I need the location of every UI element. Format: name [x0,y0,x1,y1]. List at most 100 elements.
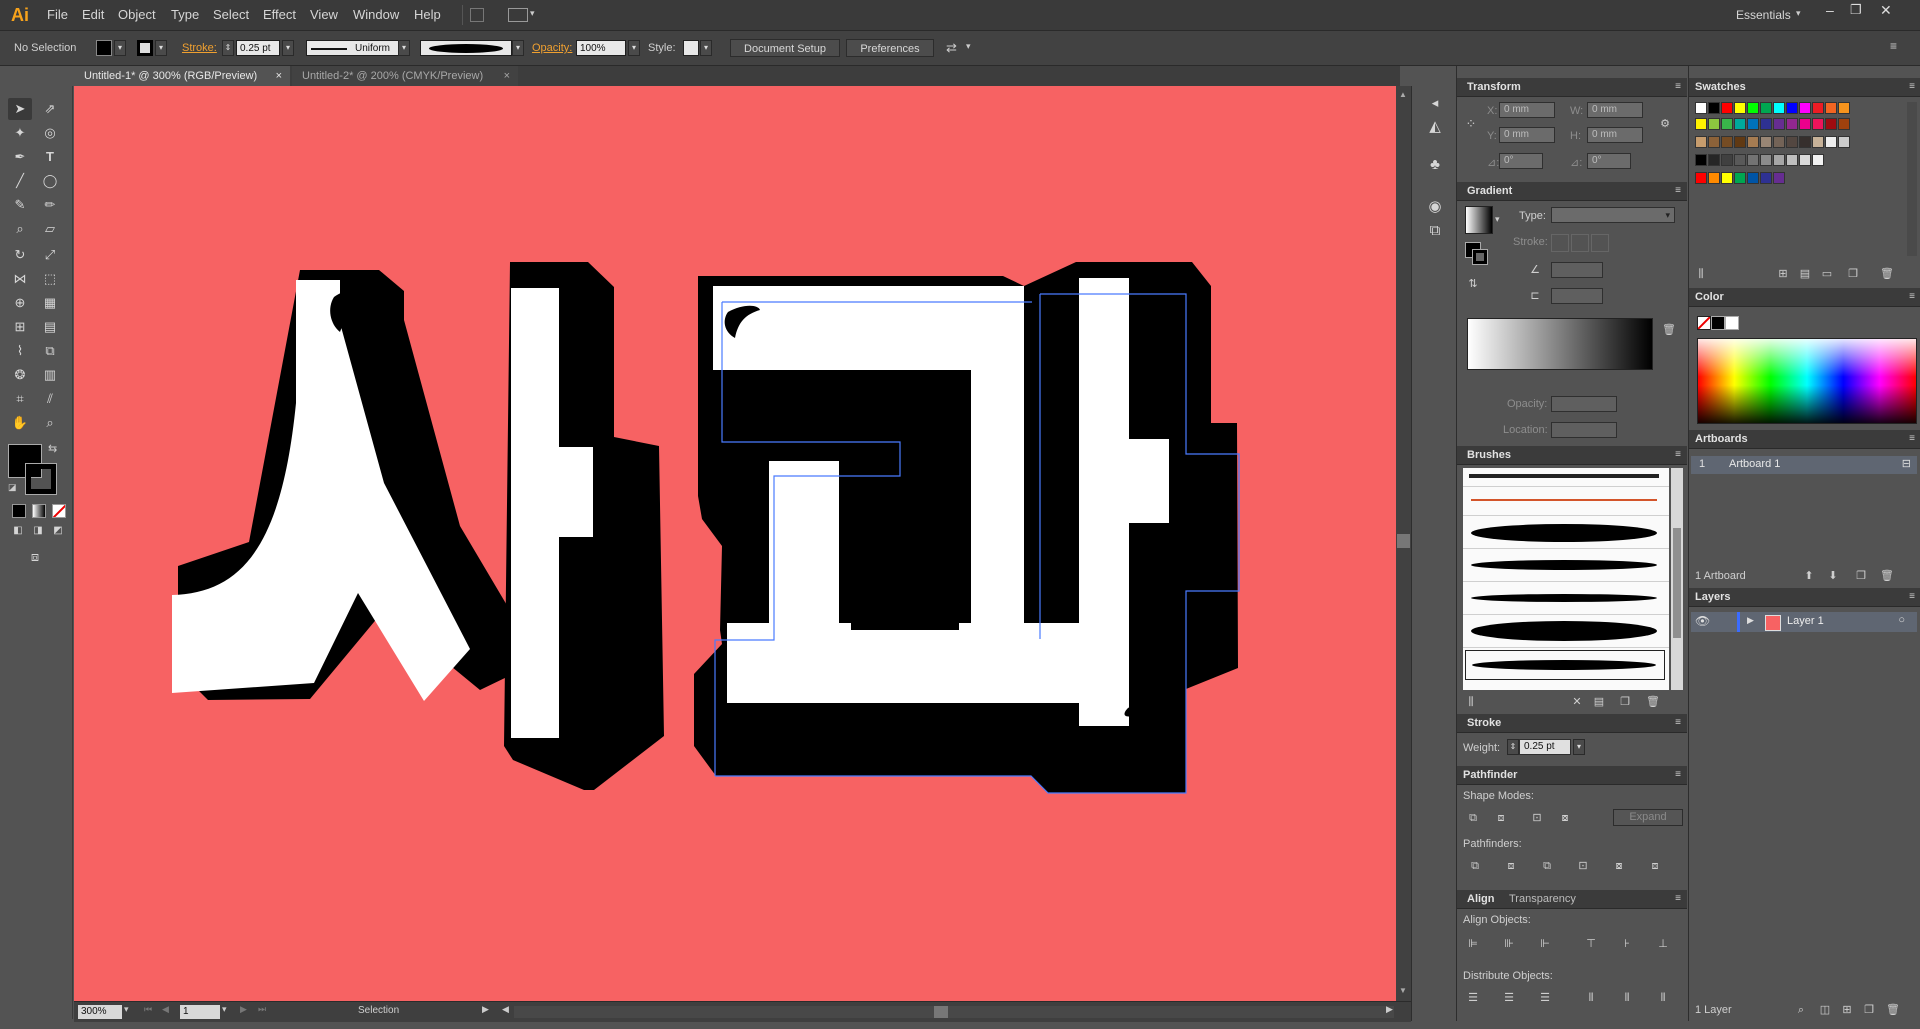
gradient-angle-input[interactable] [1551,262,1603,278]
artboard-tool-icon[interactable]: ⌗ [9,388,31,410]
color-swatch[interactable] [1773,102,1785,114]
chevron-down-icon[interactable]: ▾ [1495,214,1500,225]
expand-layer-icon[interactable]: ▶ [1747,615,1754,626]
gradient-opacity-input[interactable] [1551,396,1617,412]
gradient-panel-header[interactable]: Gradient ≡ [1457,182,1687,201]
color-swatch[interactable] [1708,118,1720,130]
draw-behind-icon[interactable]: ◨ [27,520,49,542]
color-swatch[interactable] [1734,136,1746,148]
opacity-label[interactable]: Opacity: [532,31,572,65]
artboard[interactable]: 사과 [74,86,1396,1001]
menu-file[interactable]: File [47,0,68,30]
color-swatch[interactable] [1760,154,1772,166]
align-hcenter-icon[interactable]: ⊪ [1501,936,1517,952]
menu-select[interactable]: Select [213,0,249,30]
constrain-proportions-icon[interactable]: ⚙ [1657,116,1673,132]
gradient-aspect-input[interactable] [1551,288,1603,304]
restore-icon[interactable]: ❐ [1850,2,1862,18]
remove-brush-stroke-icon[interactable]: ✕ [1569,694,1585,710]
width-tool-icon[interactable]: ⋈ [9,268,31,290]
color-swatch[interactable] [1708,136,1720,148]
color-swatch[interactable] [1760,172,1772,184]
distribute-bottom-icon[interactable]: ☰ [1537,990,1553,1006]
stroke-stepper[interactable]: ⇕ [222,40,234,56]
pen-tool-icon[interactable]: ✒ [9,146,31,168]
status-menu-icon[interactable]: ▶ [482,1004,489,1015]
brushes-panel-header[interactable]: Brushes ≡ [1457,446,1687,465]
close-icon[interactable]: ✕ [1880,2,1892,19]
artboard-options-icon[interactable]: ⊟ [1902,457,1911,470]
move-artboard-down-icon[interactable]: ⬇ [1825,568,1841,584]
locate-object-icon[interactable]: ⌕ [1793,1002,1809,1018]
default-colors-icon[interactable]: ◪ [8,482,17,493]
brush-definition-select[interactable] [420,40,512,56]
last-artboard-icon[interactable]: ⏭ [258,1004,266,1015]
control-menu-icon[interactable]: ≡ [1890,39,1897,53]
minus-back-icon[interactable]: ⧈ [1647,858,1663,874]
layer-row[interactable]: 👁 ▶ Layer 1 ○ [1691,612,1917,632]
brush-list[interactable] [1463,468,1669,690]
mesh-tool-icon[interactable]: ⊞ [9,316,31,338]
line-tool-icon[interactable]: ╱ [9,170,31,192]
stroke-within-icon[interactable] [1551,234,1569,252]
make-clipping-mask-icon[interactable]: ◫ [1817,1002,1833,1018]
artboard-row[interactable]: 1 Artboard 1 ⊟ [1691,456,1917,474]
swatch-options-icon[interactable]: ▤ [1797,266,1813,282]
gradient-mode-icon[interactable] [32,504,46,518]
color-swatch[interactable] [1838,136,1850,148]
menu-view[interactable]: View [310,0,338,30]
brush-libraries-icon[interactable]: ⫼ [1463,694,1479,710]
menu-help[interactable]: Help [414,0,441,30]
divide-icon[interactable]: ⧉ [1467,858,1483,874]
blob-brush-tool-icon[interactable]: ⌕ [9,218,31,240]
type-tool-icon[interactable]: T [39,146,61,168]
brush-options-icon[interactable]: ▤ [1591,694,1607,710]
color-swatch[interactable] [1825,118,1837,130]
artboards-panel-header[interactable]: Artboards ≡ [1689,430,1920,449]
color-swatch[interactable] [1721,118,1733,130]
artboard-page-input[interactable]: 1 [180,1005,220,1019]
stroke-profile-select[interactable]: Uniform [306,40,410,56]
color-swatch[interactable] [1773,136,1785,148]
weight-stepper[interactable]: ⇕ [1507,739,1519,755]
align-right-icon[interactable]: ⊩ [1537,936,1553,952]
new-swatch-icon[interactable]: ❐ [1845,266,1861,282]
lasso-tool-icon[interactable]: ◎ [39,122,61,144]
color-swatch[interactable] [1747,154,1759,166]
distribute-left-icon[interactable]: ⫴ [1583,990,1599,1006]
distribute-hcenter-icon[interactable]: ⫴ [1619,990,1635,1006]
column-graph-tool-icon[interactable]: ▥ [39,364,61,386]
color-swatch[interactable] [1812,136,1824,148]
new-brush-icon[interactable]: ❐ [1617,694,1633,710]
gradient-stroke-icon[interactable] [1472,249,1488,265]
zoom-dropdown-icon[interactable]: ▾ [124,1004,129,1015]
pencil-tool-icon[interactable]: ✏ [39,194,61,216]
eyedropper-tool-icon[interactable]: ⌇ [9,340,31,362]
color-swatch[interactable] [1747,118,1759,130]
swatch-libraries-icon[interactable]: ⫼ [1693,266,1709,282]
panel-menu-icon[interactable]: ≡ [1909,78,1915,96]
color-swatch[interactable] [1799,154,1811,166]
color-swatch[interactable] [1708,102,1720,114]
shear-input[interactable]: 0° [1587,153,1631,169]
color-swatch[interactable] [1825,136,1837,148]
color-swatch[interactable] [1812,118,1824,130]
gradient-type-select[interactable]: ▾ [1551,207,1675,223]
distribute-vcenter-icon[interactable]: ☰ [1501,990,1517,1006]
y-input[interactable]: 0 mm [1499,127,1555,143]
draw-normal-icon[interactable]: ◧ [7,520,29,542]
delete-brush-icon[interactable]: 🗑 [1645,694,1661,710]
color-swatch[interactable] [1760,118,1772,130]
target-icon[interactable]: ○ [1898,614,1905,626]
color-swatch[interactable] [1812,102,1824,114]
weight-dropdown[interactable]: ▾ [1573,739,1585,755]
arrange-icon[interactable]: ⇄ [946,40,957,56]
stroke-color-box[interactable] [25,463,57,495]
layer-name[interactable]: Layer 1 [1787,615,1824,627]
new-artboard-icon[interactable]: ❐ [1853,568,1869,584]
swatch-scrollbar[interactable] [1907,102,1917,256]
outline-icon[interactable]: ⧇ [1611,858,1627,874]
color-swatch[interactable] [1786,136,1798,148]
reference-point-icon[interactable]: ⁘ [1463,116,1479,132]
panel-menu-icon[interactable]: ≡ [1909,430,1915,448]
